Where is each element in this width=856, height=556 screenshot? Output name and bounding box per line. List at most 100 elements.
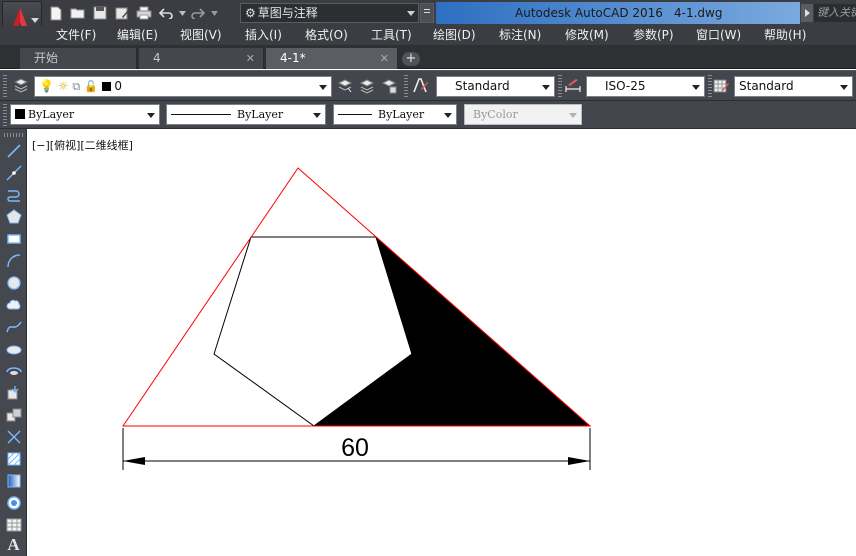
region-icon[interactable]	[4, 493, 23, 512]
redo-icon[interactable]	[188, 3, 208, 23]
toolbar-grip[interactable]	[404, 75, 408, 97]
menu-format[interactable]: 格式(O)	[305, 26, 348, 45]
file-name: 4-1.dwg	[674, 6, 723, 20]
menu-help[interactable]: 帮助(H)	[764, 26, 806, 45]
chevron-down-icon	[444, 113, 452, 118]
make-block-icon[interactable]	[4, 405, 23, 424]
document-tab-bar: 开始 4 ✕ 4-1* ✕ +	[0, 45, 856, 69]
menu-view[interactable]: 视图(V)	[180, 26, 222, 45]
dimension-style-icon[interactable]	[564, 77, 582, 95]
text-style-dropdown[interactable]: Standard	[436, 76, 555, 97]
tab-label: 4	[153, 51, 161, 65]
toolbar-grip[interactable]	[3, 104, 7, 126]
spline-icon[interactable]	[4, 317, 23, 336]
plot-style-control-dropdown: ByColor	[464, 104, 582, 125]
chevron-down-icon	[407, 11, 415, 16]
hatch-icon[interactable]	[4, 449, 23, 468]
lineweight-control-dropdown[interactable]: ByLayer	[333, 104, 457, 125]
tab-drawing-4-1[interactable]: 4-1* ✕	[266, 48, 398, 69]
search-input[interactable]: 键入关键字	[814, 4, 856, 22]
polyline-icon[interactable]	[4, 185, 23, 204]
line-icon[interactable]	[4, 141, 23, 160]
layer-previous-icon[interactable]	[358, 77, 376, 95]
title-bar: ⚙ 草图与注释 Autodesk AutoCAD 2016 4-1.dwg 键入关…	[0, 0, 856, 43]
chevron-down-icon	[319, 85, 327, 90]
close-icon[interactable]: ✕	[246, 48, 255, 69]
customize-qat-button[interactable]	[420, 3, 434, 23]
close-icon[interactable]: ✕	[380, 48, 389, 69]
circle-icon[interactable]	[4, 273, 23, 292]
dimension-arrow-left	[123, 457, 145, 465]
table-style-dropdown[interactable]: Standard	[734, 76, 853, 97]
save-icon[interactable]	[90, 3, 110, 23]
tab-start[interactable]: 开始	[20, 48, 137, 69]
workspace-switcher[interactable]: ⚙ 草图与注释	[240, 3, 419, 23]
unlock-icon: 🔓	[84, 80, 98, 93]
redo-dropdown-icon[interactable]	[210, 3, 218, 23]
chevron-down-icon	[692, 85, 700, 90]
undo-dropdown-icon[interactable]	[178, 3, 186, 23]
chevron-down-icon	[313, 113, 321, 118]
menu-dimension[interactable]: 标注(N)	[499, 26, 541, 45]
table-icon[interactable]	[4, 515, 23, 534]
draw-toolbar: A	[0, 129, 27, 556]
toolbar-grip[interactable]	[3, 75, 7, 97]
construction-line-icon[interactable]	[4, 163, 23, 182]
ellipse-arc-icon[interactable]	[4, 361, 23, 380]
layer-color-swatch	[101, 82, 111, 91]
solid-hatch-region[interactable]	[312, 235, 592, 427]
linear-dimension[interactable]: 60	[122, 428, 591, 470]
ellipse-icon[interactable]	[4, 339, 23, 358]
multiline-text-icon[interactable]: A	[4, 535, 23, 554]
menu-draw[interactable]: 绘图(D)	[433, 26, 476, 45]
menu-parametric[interactable]: 参数(P)	[633, 26, 674, 45]
chevron-down-icon	[147, 113, 155, 118]
layer-state-icon[interactable]	[380, 77, 398, 95]
properties-toolbar: ByLayer ByLayer ByLayer ByColor	[0, 101, 856, 129]
model-space-canvas[interactable]: [−][俯视][二维线框] 60	[28, 130, 856, 556]
chevron-down-icon	[569, 113, 577, 118]
expand-search-button[interactable]	[801, 4, 813, 22]
new-file-icon[interactable]	[46, 3, 66, 23]
point-icon[interactable]	[4, 427, 23, 446]
gradient-icon[interactable]	[4, 471, 23, 490]
new-tab-button[interactable]: +	[402, 52, 420, 66]
menu-modify[interactable]: 修改(M)	[565, 26, 609, 45]
window-title: Autodesk AutoCAD 2016 4-1.dwg	[436, 2, 800, 24]
save-as-icon[interactable]	[112, 3, 132, 23]
linetype-value: ByLayer	[237, 108, 284, 121]
menu-edit[interactable]: 编辑(E)	[117, 26, 158, 45]
color-value: ByLayer	[28, 108, 75, 121]
make-object-layer-current-icon[interactable]	[336, 77, 354, 95]
insert-block-icon[interactable]	[4, 383, 23, 402]
rectangle-icon[interactable]	[4, 229, 23, 248]
layer-style-toolbar: 💡 ☼ ⧉ 🔓 0 Standard ISO-25 Standard	[0, 70, 856, 101]
menu-bar: 文件(F) 编辑(E) 视图(V) 插入(I) 格式(O) 工具(T) 绘图(D…	[0, 26, 856, 45]
layer-dropdown[interactable]: 💡 ☼ ⧉ 🔓 0	[34, 76, 332, 97]
tab-label: 4-1*	[280, 51, 306, 65]
table-style-icon[interactable]	[712, 77, 730, 95]
text-style-icon[interactable]	[412, 77, 430, 95]
undo-icon[interactable]	[156, 3, 176, 23]
revision-cloud-icon[interactable]	[4, 295, 23, 314]
menu-window[interactable]: 窗口(W)	[696, 26, 741, 45]
dimension-text: 60	[341, 434, 369, 462]
layer-properties-icon[interactable]	[12, 77, 30, 95]
print-icon[interactable]	[134, 3, 154, 23]
toolbar-grip[interactable]	[4, 133, 23, 137]
tab-drawing-4[interactable]: 4 ✕	[139, 48, 264, 69]
app-name: Autodesk AutoCAD 2016	[515, 6, 663, 20]
dimension-style-dropdown[interactable]: ISO-25	[586, 76, 705, 97]
table-style-value: Standard	[739, 79, 794, 93]
toolbar-grip[interactable]	[558, 75, 562, 97]
menu-file[interactable]: 文件(F)	[56, 26, 96, 45]
lineweight-value: ByLayer	[378, 108, 425, 121]
autocad-window: ⚙ 草图与注释 Autodesk AutoCAD 2016 4-1.dwg 键入关…	[0, 0, 856, 556]
polygon-icon[interactable]	[4, 207, 23, 226]
color-control-dropdown[interactable]: ByLayer	[10, 104, 160, 125]
linetype-control-dropdown[interactable]: ByLayer	[166, 104, 326, 125]
menu-tools[interactable]: 工具(T)	[371, 26, 412, 45]
open-folder-icon[interactable]	[68, 3, 88, 23]
arc-icon[interactable]	[4, 251, 23, 270]
menu-insert[interactable]: 插入(I)	[245, 26, 282, 45]
